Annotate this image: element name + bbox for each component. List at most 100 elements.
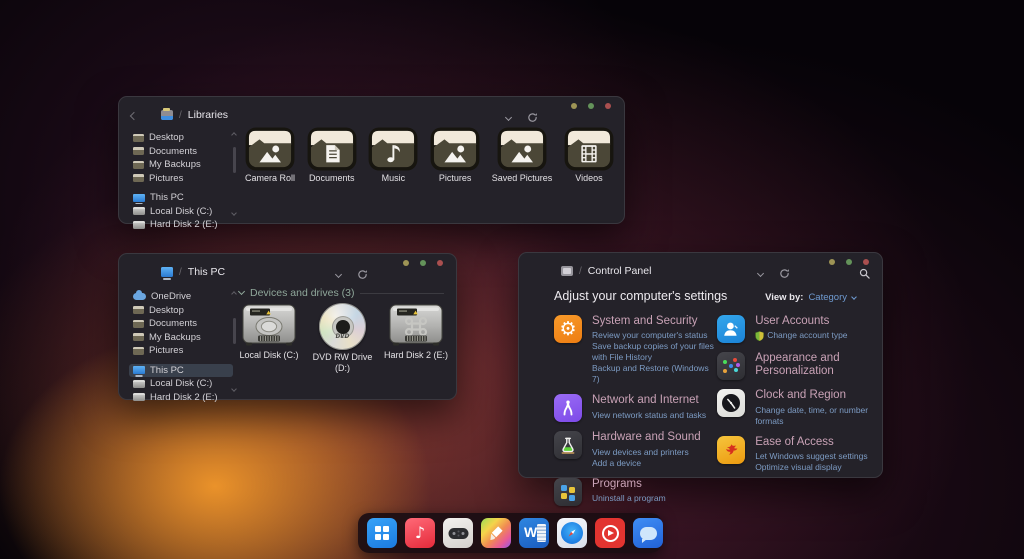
category-link[interactable]: Save backup copies of your files with Fi…	[592, 341, 716, 363]
games-dock-icon[interactable]	[443, 518, 473, 548]
category-link[interactable]: Change account type	[767, 330, 847, 341]
view-by-value[interactable]: Category	[808, 292, 847, 303]
drive-tile-dvd-rw[interactable]: DVD DVD RW Drive (D:)	[307, 302, 379, 375]
folder-label: Music	[382, 173, 406, 183]
sidebar-item-desktop[interactable]: Desktop	[129, 131, 233, 145]
paintbrush-icon	[488, 525, 504, 541]
user-accounts-icon[interactable]	[717, 315, 745, 343]
scroll-up-icon[interactable]	[231, 132, 237, 138]
drive-tile-hard-disk-2-e[interactable]: Hard Disk 2 (E:)	[380, 302, 452, 375]
app-squares-icon	[560, 484, 576, 500]
chevron-down-icon[interactable]	[757, 270, 764, 277]
hdd-icon	[133, 207, 145, 215]
flask-icon	[558, 435, 578, 455]
category-link-row[interactable]: Change account type	[755, 330, 847, 341]
folder-icon	[133, 320, 144, 328]
sidebar-item-onedrive[interactable]: OneDrive	[129, 290, 233, 304]
category-link[interactable]: View devices and printers	[592, 447, 701, 458]
category-title[interactable]: Hardware and Sound	[592, 431, 701, 444]
category-title[interactable]: Network and Internet	[592, 394, 706, 407]
category-link[interactable]: Backup and Restore (Windows 7)	[592, 363, 716, 385]
sidebar-item-hard-disk-2-e[interactable]: Hard Disk 2 (E:)	[129, 391, 233, 405]
scroll-up-icon[interactable]	[231, 291, 237, 297]
refresh-icon[interactable]	[779, 268, 790, 279]
scroll-down-icon[interactable]	[231, 210, 237, 216]
folder-label: Pictures	[439, 173, 472, 183]
category-title[interactable]: Clock and Region	[755, 389, 872, 402]
sidebar-item-pictures[interactable]: Pictures	[129, 172, 233, 186]
chevron-down-icon[interactable]	[335, 271, 342, 278]
sidebar-item-documents[interactable]: Documents	[129, 145, 233, 159]
sidebar-item-my-backups[interactable]: My Backups	[129, 331, 233, 345]
word-dock-icon[interactable]: W	[519, 518, 549, 548]
category-link[interactable]: Review your computer's status	[592, 330, 716, 341]
category-link[interactable]: Optimize visual display	[755, 462, 867, 473]
sidebar-item-this-pc[interactable]: This PC	[129, 191, 233, 205]
folder-image-icon	[497, 127, 547, 171]
scroll-down-icon[interactable]	[231, 386, 237, 392]
category-link[interactable]: Change date, time, or number formats	[755, 405, 872, 427]
sidebar-item-label: Pictures	[149, 345, 183, 356]
videos-dock-icon[interactable]	[595, 518, 625, 548]
folder-tile-documents[interactable]: Documents	[307, 127, 357, 183]
breadcrumb: / This PC	[161, 266, 225, 278]
system-and-security-icon[interactable]: ⚙	[554, 315, 582, 343]
category-title[interactable]: Appearance and Personalization	[755, 352, 872, 378]
folder-icon	[133, 134, 144, 142]
sidebar-item-label: Local Disk (C:)	[150, 378, 212, 389]
section-collapse-icon[interactable]	[238, 288, 245, 295]
folder-tile-saved-pictures[interactable]: Saved Pictures	[492, 127, 553, 183]
category-title[interactable]: Ease of Access	[755, 436, 867, 449]
paint-dock-icon[interactable]	[481, 518, 511, 548]
category-appearance-and-personalization: Appearance and Personalization	[717, 352, 872, 380]
category-title[interactable]: User Accounts	[755, 315, 847, 328]
category-title[interactable]: System and Security	[592, 315, 716, 328]
sidebar-item-label: Local Disk (C:)	[150, 206, 212, 217]
windows-dock-icon[interactable]	[367, 518, 397, 548]
scrollbar-thumb[interactable]	[233, 147, 236, 173]
sidebar-item-desktop[interactable]: Desktop	[129, 304, 233, 318]
folder-tile-videos[interactable]: Videos	[564, 127, 614, 183]
clock-and-region-icon[interactable]	[717, 389, 745, 417]
view-by-dropdown-icon[interactable]	[851, 294, 857, 300]
music-dock-icon[interactable]: ♪	[405, 518, 435, 548]
dock: ♪ W	[358, 513, 662, 553]
sidebar-item-hard-disk-2-e[interactable]: Hard Disk 2 (E:)	[129, 218, 233, 232]
search-icon[interactable]	[859, 268, 870, 279]
category-link[interactable]: Uninstall a program	[592, 493, 666, 504]
category-network-and-internet: Network and Internet View network status…	[554, 394, 716, 422]
category-ease-of-access: Ease of Access Let Windows suggest setti…	[717, 436, 872, 473]
titlebar: / Control Panel	[519, 265, 882, 281]
sidebar-item-local-disk-c[interactable]: Local Disk (C:)	[129, 205, 233, 219]
clock-icon	[720, 392, 742, 414]
ease-of-access-icon[interactable]	[717, 436, 745, 464]
folder-tile-music[interactable]: Music	[368, 127, 418, 183]
category-link[interactable]: Let Windows suggest settings	[755, 451, 867, 462]
refresh-icon[interactable]	[357, 269, 368, 280]
page-title: Adjust your computer's settings	[554, 289, 727, 303]
folder-tile-pictures[interactable]: Pictures	[430, 127, 480, 183]
back-icon[interactable]	[130, 112, 138, 120]
category-link[interactable]: Add a device	[592, 458, 701, 469]
sidebar-item-pictures[interactable]: Pictures	[129, 344, 233, 358]
safari-dock-icon[interactable]	[557, 518, 587, 548]
sidebar-scrollbar[interactable]	[231, 131, 239, 217]
hardware-and-sound-icon[interactable]	[554, 431, 582, 459]
messages-dock-icon[interactable]	[633, 518, 663, 548]
folder-tile-camera-roll[interactable]: Camera Roll	[245, 127, 295, 183]
cloud-icon	[133, 293, 146, 300]
refresh-icon[interactable]	[527, 112, 538, 123]
bird-icon	[722, 441, 740, 459]
programs-icon[interactable]	[554, 478, 582, 506]
category-link[interactable]: View network status and tasks	[592, 410, 706, 421]
sidebar-item-documents[interactable]: Documents	[129, 317, 233, 331]
sidebar-item-label: Documents	[149, 146, 197, 157]
appearance-icon[interactable]	[717, 352, 745, 380]
network-and-internet-icon[interactable]	[554, 394, 582, 422]
sidebar-item-this-pc[interactable]: This PC	[129, 364, 233, 378]
chevron-down-icon[interactable]	[505, 114, 512, 121]
drive-tile-local-disk-c[interactable]: Local Disk (C:)	[233, 302, 305, 375]
sidebar-item-my-backups[interactable]: My Backups	[129, 158, 233, 172]
sidebar-item-local-disk-c[interactable]: Local Disk (C:)	[129, 377, 233, 391]
category-title[interactable]: Programs	[592, 478, 666, 491]
